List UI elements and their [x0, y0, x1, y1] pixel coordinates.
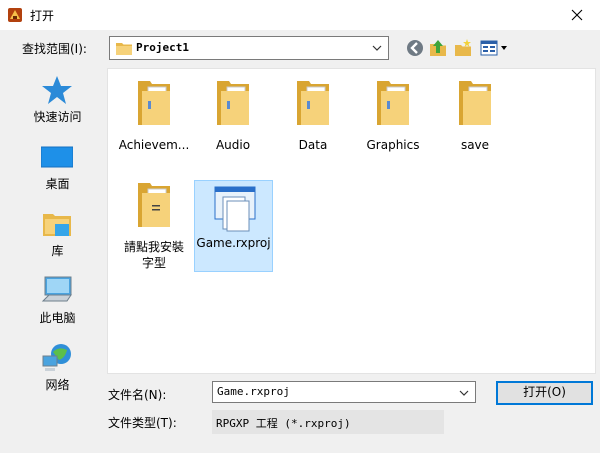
folder-icon [138, 183, 170, 227]
place-network[interactable]: 网络 [19, 336, 96, 402]
close-button[interactable] [554, 0, 600, 30]
place-label: 桌面 [45, 177, 70, 191]
back-icon [407, 40, 423, 56]
filename-value: Game.rxproj [217, 385, 290, 398]
place-library[interactable]: 库 [19, 202, 96, 268]
app-icon [8, 8, 22, 22]
place-desktop[interactable]: 桌面 [19, 135, 96, 201]
place-label: 快速访问 [33, 110, 82, 124]
folder-icon [116, 43, 132, 55]
filetype-value: RPGXP 工程 (*.rxproj) [216, 417, 351, 430]
folder-icon [377, 81, 409, 125]
network-icon [42, 344, 71, 371]
file-name: Game.rxproj [196, 236, 271, 250]
file-item-folder[interactable]: save [435, 77, 515, 153]
place-quick-access[interactable]: 快速访问 [19, 68, 96, 134]
file-name: Data [298, 138, 328, 152]
file-item-folder[interactable]: Audio [193, 77, 273, 153]
open-button[interactable]: 打开(O) [496, 381, 593, 405]
chevron-down-icon[interactable] [459, 388, 469, 398]
view-menu-icon [480, 40, 507, 56]
folder-icon [138, 81, 170, 125]
look-in-label: 查找范围(I): [22, 42, 87, 56]
desktop-icon [41, 146, 73, 168]
place-label: 网络 [45, 378, 70, 392]
file-name: Graphics [366, 138, 420, 152]
place-label: 库 [51, 244, 64, 258]
library-icon [43, 214, 71, 236]
up-folder-icon [430, 40, 446, 56]
up-folder-button[interactable] [428, 38, 448, 58]
file-item-folder[interactable]: Achievem... [114, 77, 194, 153]
filename-input[interactable]: Game.rxproj [212, 381, 476, 403]
folder-icon [297, 81, 329, 125]
filename-label: 文件名(N): [108, 388, 167, 402]
back-button[interactable] [405, 38, 425, 58]
filetype-select[interactable]: RPGXP 工程 (*.rxproj) [212, 410, 444, 434]
file-list[interactable]: Achievem... Audio Data Graphics save 請點我… [107, 68, 596, 374]
new-folder-icon [455, 39, 471, 56]
chevron-down-icon [372, 45, 382, 51]
file-item-folder[interactable]: 請點我安裝字型 [119, 179, 189, 271]
file-item-folder[interactable]: Graphics [353, 77, 433, 153]
close-icon [571, 9, 583, 21]
star-icon [42, 76, 72, 104]
file-name: Audio [215, 138, 251, 152]
window-title: 打开 [30, 9, 55, 23]
file-item-project[interactable]: Game.rxproj [194, 180, 273, 272]
project-file-icon [214, 186, 255, 232]
folder-icon [217, 81, 249, 125]
title-bar: 打开 [0, 0, 600, 30]
file-name: Achievem... [118, 138, 190, 152]
file-item-folder[interactable]: Data [273, 77, 353, 153]
computer-icon [41, 276, 72, 302]
file-name: save [460, 138, 490, 152]
file-name: 請點我安裝字型 [123, 240, 184, 270]
new-folder-button[interactable] [453, 38, 473, 58]
folder-icon [459, 81, 491, 125]
look-in-value: Project1 [136, 41, 189, 54]
place-label: 此电脑 [39, 311, 76, 325]
view-menu-button[interactable] [480, 38, 510, 58]
places-bar: 快速访问 桌面 库 此电脑 网络 [19, 68, 96, 407]
place-this-pc[interactable]: 此电脑 [19, 269, 96, 335]
filetype-label: 文件类型(T): [108, 416, 177, 430]
look-in-dropdown[interactable]: Project1 [109, 36, 389, 60]
